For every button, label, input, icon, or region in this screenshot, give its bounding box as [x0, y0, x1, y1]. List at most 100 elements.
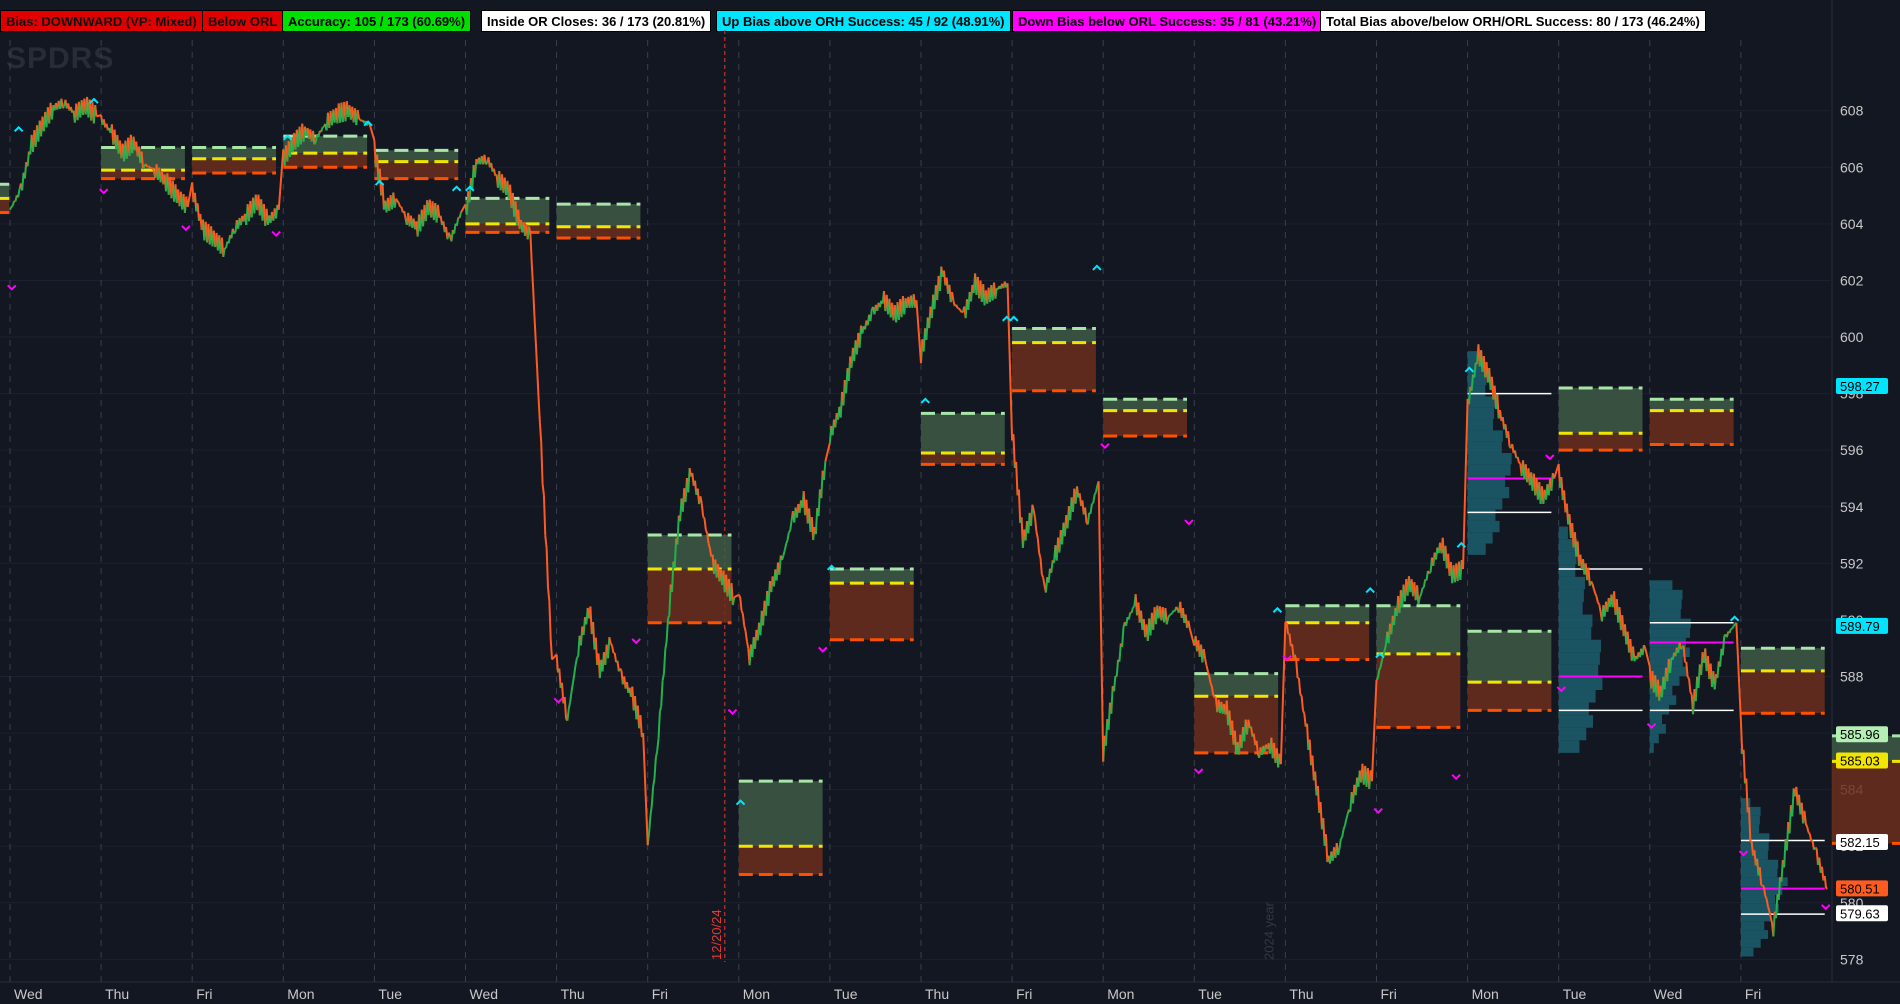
price-segment [322, 125, 325, 129]
volume-profile-bar [1467, 453, 1512, 465]
price-segment [1255, 740, 1259, 754]
up-bias-marker [451, 185, 462, 192]
price-segment [613, 652, 618, 663]
price-segment [549, 638, 554, 660]
price-chart[interactable]: 5785805825845865885905925945965986006026… [0, 0, 1900, 1004]
price-segment [611, 645, 615, 653]
price-segment [569, 691, 573, 703]
price-segment [737, 594, 741, 598]
price-segment [570, 683, 574, 693]
price-segment [222, 247, 226, 258]
volume-profile-bar [1740, 806, 1761, 816]
up-bias-marker [13, 125, 24, 133]
volume-profile-bar [1649, 628, 1690, 638]
y-tick-label: 596 [1840, 442, 1864, 458]
price-segment [665, 618, 669, 642]
price-segment [951, 291, 955, 302]
up-bias-marker [1365, 587, 1375, 594]
volume-profile-bar [1649, 580, 1673, 590]
or-box-lower [1740, 670, 1825, 714]
price-segment [1295, 660, 1299, 679]
x-day-label: Mon [743, 986, 770, 1002]
volume-profile-bar [1558, 740, 1580, 753]
price-label-text: 585.96 [1840, 727, 1880, 742]
price-segment [142, 165, 146, 170]
price-segment [1168, 613, 1172, 617]
down-bias-marker [7, 284, 17, 291]
price-segment [571, 674, 576, 684]
price-segment [1206, 670, 1211, 677]
price-segment [397, 202, 402, 208]
volume-profile-bar [1558, 576, 1586, 590]
x-day-label: Wed [14, 986, 43, 1002]
x-day-label: Mon [1472, 986, 1499, 1002]
or-box-lower [192, 158, 277, 173]
price-segment [1337, 848, 1341, 856]
volume-profile-bar [1467, 464, 1511, 476]
price-segment [1422, 579, 1427, 588]
or-box-lower [921, 453, 1005, 465]
price-segment [320, 127, 324, 133]
price-segment [1205, 665, 1209, 672]
price-segment [536, 369, 540, 398]
price-segment [1341, 829, 1345, 838]
price-segment [1038, 552, 1042, 559]
price-segment [699, 496, 703, 504]
price-segment [555, 654, 559, 673]
or-box-upper [1467, 631, 1552, 683]
price-segment [447, 232, 452, 237]
volume-profile-bar [1740, 798, 1751, 807]
x-day-label: Mon [1107, 986, 1134, 1002]
down-bias-marker [1193, 768, 1204, 775]
price-segment [140, 151, 145, 170]
price-segment [668, 584, 672, 616]
price-segment [778, 555, 782, 575]
price-segment [1682, 645, 1686, 663]
price-segment [1089, 503, 1093, 514]
price-segment [1375, 677, 1379, 681]
price-segment [1247, 719, 1251, 729]
price-segment [1470, 374, 1475, 391]
price-segment [532, 287, 536, 317]
price-segment [1518, 461, 1521, 465]
volume-profile-bar [1467, 419, 1493, 431]
price-label-text: 579.63 [1840, 906, 1880, 921]
up-bias-marker [89, 97, 99, 104]
y-tick-label: 578 [1840, 951, 1864, 967]
price-segment [1688, 678, 1692, 693]
price-segment [1383, 644, 1387, 651]
or-box-upper [738, 781, 823, 847]
or-box-upper [647, 535, 732, 569]
price-segment [1093, 491, 1097, 496]
price-segment [650, 786, 655, 807]
price-segment [1769, 916, 1773, 924]
price-segment [660, 680, 664, 707]
or-box-lower [1103, 410, 1188, 437]
volume-profile-bar [1558, 564, 1576, 577]
price-segment [1338, 838, 1342, 849]
volume-profile-bar [1740, 903, 1779, 913]
price-segment [313, 141, 317, 145]
price-segment [1764, 895, 1768, 900]
price-segment [739, 596, 743, 611]
volume-profile-bar [1467, 396, 1496, 408]
or-box-lower [0, 198, 10, 213]
price-label-text: 585.03 [1840, 754, 1880, 769]
price-segment [485, 162, 488, 166]
volume-profile-bar [1649, 609, 1681, 619]
price-segment [1208, 675, 1212, 684]
or-box-upper [1103, 399, 1188, 411]
price-segment [706, 533, 710, 544]
price-segment [1094, 485, 1099, 493]
price-segment [1467, 386, 1472, 405]
price-segment [656, 738, 660, 752]
price-segment [1288, 633, 1292, 647]
price-segment [1680, 646, 1684, 650]
volume-profile-bar [1558, 639, 1602, 653]
price-segment [458, 212, 462, 219]
price-segment [1591, 583, 1595, 590]
price-segment [1034, 518, 1038, 532]
price-segment [61, 105, 65, 109]
price-segment [1300, 695, 1304, 711]
down-bias-marker [1545, 454, 1555, 461]
